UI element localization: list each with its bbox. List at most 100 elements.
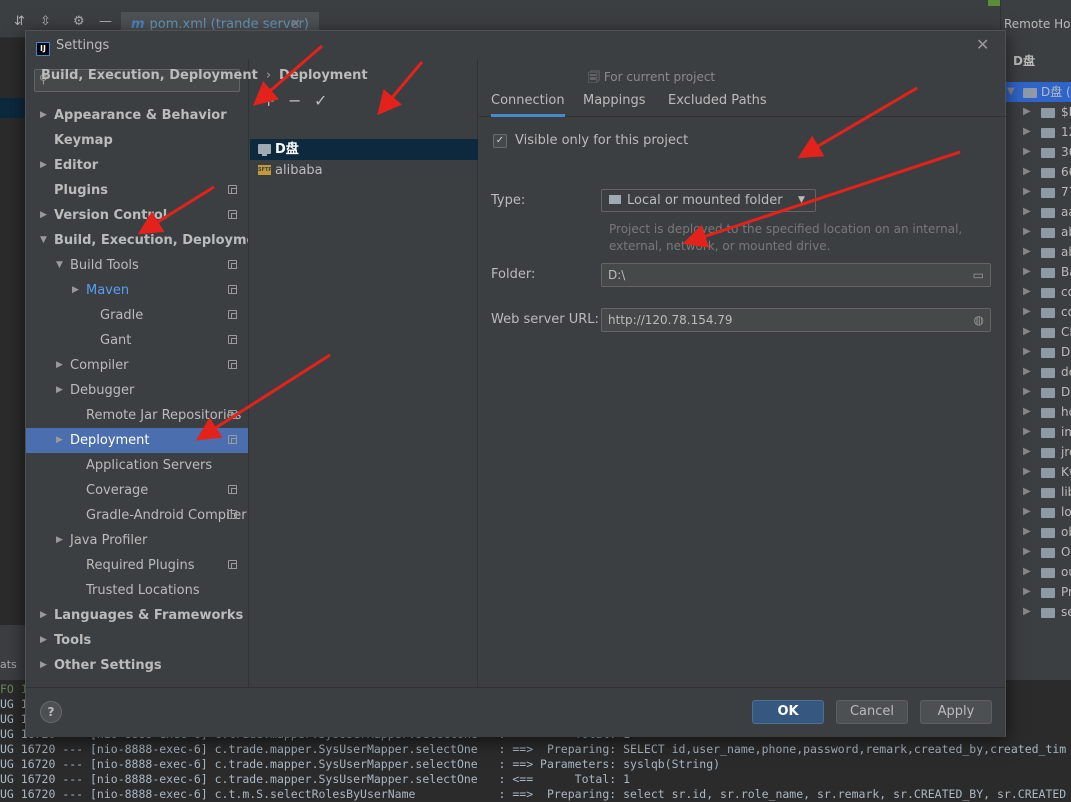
sidebar-item-build-execution-deployment[interactable]: ▼ Build, Execution, Deployment [26, 228, 271, 253]
chevron-right-icon[interactable]: ▶ [56, 378, 63, 403]
tab-connection[interactable]: Connection [491, 87, 565, 117]
chevron-right-icon[interactable]: ▶ [56, 428, 63, 453]
chevron-right-icon[interactable]: ▶ [1023, 242, 1031, 262]
remote-host-item[interactable]: ▶ON [1001, 542, 1071, 562]
apply-button[interactable]: Apply [920, 700, 992, 724]
sidebar-item-gant[interactable]: Gant [26, 328, 248, 353]
chevron-down-icon[interactable]: ▼ [1007, 82, 1015, 102]
chevron-right-icon[interactable]: ▶ [1023, 382, 1031, 402]
sidebar-item-version-control[interactable]: ▶ Version Control [26, 203, 248, 228]
remote-host-item[interactable]: ▶Ba [1001, 262, 1071, 282]
chevron-down-icon[interactable]: ▼ [56, 253, 63, 278]
chevron-right-icon[interactable]: ▶ [1023, 482, 1031, 502]
type-dropdown[interactable]: Local or mounted folder ▼ [601, 189, 816, 212]
chevron-right-icon[interactable]: ▶ [1023, 162, 1031, 182]
chevron-right-icon[interactable]: ▶ [1023, 322, 1031, 342]
chevron-right-icon[interactable]: ▶ [1023, 562, 1031, 582]
remote-host-item[interactable]: ▶co [1001, 282, 1071, 302]
remote-host-item[interactable]: ▶$R [1001, 102, 1071, 122]
remote-host-item[interactable]: ▶77 [1001, 182, 1071, 202]
chevron-right-icon[interactable]: ▶ [1023, 402, 1031, 422]
chevron-right-icon[interactable]: ▶ [40, 103, 47, 128]
remote-host-item[interactable]: ▶Do [1001, 382, 1071, 402]
remote-host-item[interactable]: ▶ob [1001, 522, 1071, 542]
chevron-right-icon[interactable]: ▶ [1023, 262, 1031, 282]
chevron-right-icon[interactable]: ▶ [72, 278, 79, 303]
sidebar-item-required-plugins[interactable]: Required Plugins [26, 553, 248, 578]
remote-host-item[interactable]: ▶Pr [1001, 582, 1071, 602]
sidebar-item-tools[interactable]: ▶ Tools [26, 628, 248, 653]
sidebar-item-trusted-locations[interactable]: Trusted Locations [26, 578, 248, 603]
remote-host-item[interactable]: ▶aa [1001, 202, 1071, 222]
bottom-tool-label[interactable]: ats [0, 658, 17, 671]
remote-host-item[interactable]: ▶De [1001, 342, 1071, 362]
server-item[interactable]: SFTP alibaba [250, 160, 478, 181]
folder-field[interactable]: D:\ ▭ [601, 263, 991, 287]
sidebar-item-editor[interactable]: ▶ Editor [26, 153, 248, 178]
chevron-right-icon[interactable]: ▶ [1023, 102, 1031, 122]
remote-host-item[interactable]: ▶co [1001, 302, 1071, 322]
set-default-button[interactable]: ✓ [314, 91, 327, 111]
chevron-right-icon[interactable]: ▶ [1023, 542, 1031, 562]
remote-host-item[interactable]: ▶lib [1001, 482, 1071, 502]
remote-host-item[interactable]: ▼ D盘 ( [1001, 82, 1071, 102]
chevron-right-icon[interactable]: ▶ [1023, 202, 1031, 222]
chevron-right-icon[interactable]: ▶ [1023, 182, 1031, 202]
chevron-right-icon[interactable]: ▶ [40, 603, 47, 628]
chevron-right-icon[interactable]: ▶ [56, 528, 63, 553]
sidebar-item-build-tools[interactable]: ▼ Build Tools [26, 253, 248, 278]
chevron-right-icon[interactable]: ▶ [1023, 122, 1031, 142]
globe-icon[interactable]: ◍ [974, 309, 984, 331]
chevron-right-icon[interactable]: ▶ [1023, 522, 1031, 542]
remote-host-item[interactable]: ▶36 [1001, 142, 1071, 162]
remote-host-item[interactable]: ▶ou [1001, 562, 1071, 582]
tab-excluded-paths[interactable]: Excluded Paths [668, 87, 767, 117]
chevron-right-icon[interactable]: ▶ [1023, 302, 1031, 322]
chevron-right-icon[interactable]: ▶ [1023, 142, 1031, 162]
breadcrumb-part1[interactable]: Build, Execution, Deployment [41, 68, 258, 83]
web-server-url-field[interactable]: http://120.78.154.79 ◍ [601, 308, 991, 332]
remote-host-item[interactable]: ▶jre [1001, 442, 1071, 462]
cancel-button[interactable]: Cancel [836, 700, 908, 724]
chevron-right-icon[interactable]: ▶ [40, 628, 47, 653]
sidebar-item-java-profiler[interactable]: ▶ Java Profiler [26, 528, 248, 553]
remote-host-item[interactable]: ▶CR [1001, 322, 1071, 342]
add-server-button[interactable]: + [262, 91, 275, 111]
sidebar-item-keymap[interactable]: Keymap [26, 128, 248, 153]
sidebar-item-gradle-android-compiler[interactable]: Gradle-Android Compiler [26, 503, 248, 528]
remote-host-item[interactable]: ▶66 [1001, 162, 1071, 182]
expand-icon[interactable]: ⇳ [40, 14, 51, 29]
sidebar-item-other-settings[interactable]: ▶ Other Settings [26, 653, 248, 678]
sidebar-item-languages-frameworks[interactable]: ▶ Languages & Frameworks [26, 603, 248, 628]
sidebar-item-compiler[interactable]: ▶ Compiler [26, 353, 248, 378]
folder-browse-icon[interactable]: ▭ [973, 264, 984, 286]
remote-host-item[interactable]: ▶ab [1001, 222, 1071, 242]
remote-host-item[interactable]: ▶12 [1001, 122, 1071, 142]
chevron-right-icon[interactable]: ▶ [56, 353, 63, 378]
gear-icon[interactable]: ⚙ [73, 14, 85, 29]
chevron-right-icon[interactable]: ▶ [1023, 362, 1031, 382]
chevron-right-icon[interactable]: ▶ [40, 203, 47, 228]
chevron-right-icon[interactable]: ▶ [1023, 222, 1031, 242]
server-item[interactable]: D盘 [250, 139, 478, 160]
chevron-right-icon[interactable]: ▶ [1023, 582, 1031, 602]
chevron-right-icon[interactable]: ▶ [1023, 462, 1031, 482]
sidebar-item-application-servers[interactable]: Application Servers [26, 453, 248, 478]
sidebar-item-appearance-behavior[interactable]: ▶ Appearance & Behavior [26, 103, 248, 128]
close-icon[interactable]: ✕ [976, 35, 989, 54]
chevron-down-icon[interactable]: ▼ [40, 228, 47, 253]
ok-button[interactable]: OK [752, 700, 824, 724]
sidebar-item-deployment[interactable]: ▶ Deployment [26, 428, 248, 453]
minimize-icon[interactable]: — [99, 14, 112, 29]
chevron-right-icon[interactable]: ▶ [1023, 502, 1031, 522]
chevron-right-icon[interactable]: ▶ [40, 153, 47, 178]
chevron-right-icon[interactable]: ▶ [1023, 422, 1031, 442]
help-button[interactable]: ? [40, 701, 62, 723]
remote-host-item[interactable]: ▶de [1001, 362, 1071, 382]
remote-host-item[interactable]: ▶se [1001, 602, 1071, 622]
sidebar-item-debugger[interactable]: ▶ Debugger [26, 378, 248, 403]
remote-host-drive[interactable]: D盘 [1013, 52, 1035, 69]
chevron-right-icon[interactable]: ▶ [1023, 342, 1031, 362]
remote-host-item[interactable]: ▶im [1001, 422, 1071, 442]
chevron-right-icon[interactable]: ▶ [1023, 442, 1031, 462]
